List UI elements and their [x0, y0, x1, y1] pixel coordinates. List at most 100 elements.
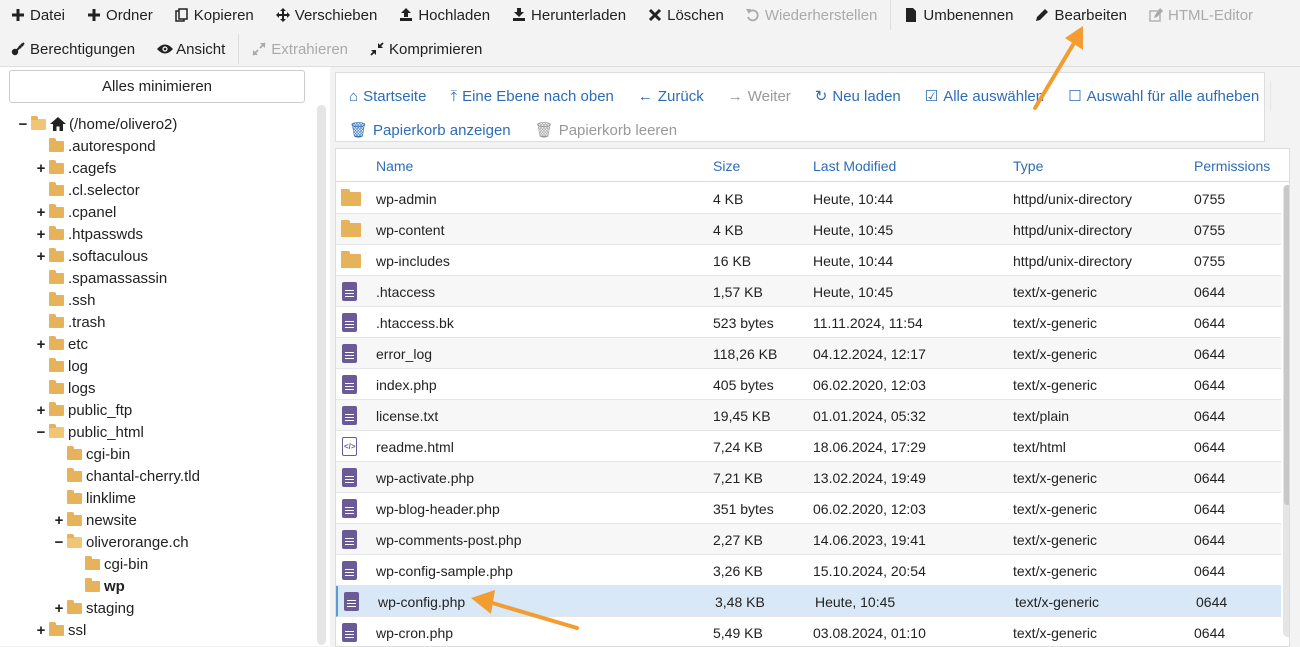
table-row[interactable]: index.php 405 bytes 06.02.2020, 12:03 text/…	[336, 369, 1281, 400]
expand-toggle-icon[interactable]: +	[35, 160, 47, 177]
expand-toggle-icon[interactable]: +	[53, 600, 65, 617]
table-row[interactable]: .htaccess.bk 523 bytes 11.11.2024, 11:54 te…	[336, 307, 1281, 338]
expand-toggle-icon[interactable]: +	[35, 622, 47, 639]
tree-item[interactable]: cgi-bin	[53, 443, 130, 465]
toolbar-row-secondary: Berechtigungen Ansicht Extrahieren Komprimi…	[0, 34, 493, 64]
file-modified: 13.02.2024, 19:49	[813, 469, 926, 486]
tree-item[interactable]: + etc	[35, 333, 88, 355]
table-row[interactable]: error_log 118,26 KB 04.12.2024, 12:17 text/…	[336, 338, 1281, 369]
startseite-button[interactable]: ⌂ Startseite	[336, 82, 437, 110]
column-type-header[interactable]: Type	[1013, 149, 1043, 182]
tree-item[interactable]: + .cagefs	[35, 157, 116, 179]
file-list-scrollbar[interactable]	[1283, 185, 1289, 637]
expand-icon	[252, 42, 266, 56]
tree-item[interactable]: + newsite	[53, 509, 137, 531]
startseite-icon: ⌂	[349, 87, 359, 105]
tree-item[interactable]: .spamassassin	[35, 267, 167, 289]
tree-item[interactable]: + .softaculous	[35, 245, 148, 267]
tree-item[interactable]: + staging	[53, 597, 134, 619]
table-row[interactable]: wp-includes 16 KB Heute, 10:44 httpd/unix-d…	[336, 245, 1281, 276]
html-editor-button[interactable]: HTML-Editor	[1138, 0, 1264, 30]
file-permissions: 0644	[1194, 345, 1226, 362]
tree-item[interactable]: + ssl	[35, 619, 86, 641]
tree-item-label: newsite	[86, 511, 137, 529]
table-row[interactable]: license.txt 19,45 KB 01.01.2024, 05:32 text…	[336, 400, 1281, 431]
table-row[interactable]: wp-cron.php 5,49 KB 03.08.2024, 01:10 text/…	[336, 617, 1281, 646]
eine-ebene-nach-oben-button[interactable]: ⤒ Eine Ebene nach oben	[437, 82, 624, 110]
table-row[interactable]: wp-comments-post.php 2,27 KB 14.06.2023, 1…	[336, 524, 1281, 555]
tree-item[interactable]: log	[35, 355, 88, 377]
file-permissions: 0644	[1194, 624, 1226, 641]
hochladen-button[interactable]: Hochladen	[388, 0, 501, 30]
tree-item[interactable]: .ssh	[35, 289, 96, 311]
file-permissions: 0644	[1194, 531, 1226, 548]
tree-item[interactable]: cgi-bin	[71, 553, 148, 575]
column-size-header[interactable]: Size	[713, 149, 740, 182]
papierkorb-leeren-button[interactable]: 🗑 Papierkorb leeren	[522, 116, 688, 144]
alle-auswählen-button[interactable]: ☑ Alle auswählen	[912, 82, 1055, 110]
tree-item[interactable]: + .cpanel	[35, 201, 116, 223]
column-modified-header[interactable]: Last Modified	[813, 149, 896, 182]
tree-item[interactable]: .autorespond	[35, 135, 156, 157]
umbenennen-button[interactable]: Umbenennen	[893, 0, 1024, 30]
expand-toggle-icon[interactable]: +	[35, 336, 47, 353]
collapse-toggle-icon[interactable]: −	[35, 424, 47, 441]
collapse-toggle-icon[interactable]: −	[53, 534, 65, 551]
text-file-icon	[342, 499, 357, 518]
collapse-all-button[interactable]: Alles minimieren	[9, 70, 305, 103]
neu-laden-button[interactable]: ↻ Neu laden	[802, 82, 912, 110]
column-permissions-header[interactable]: Permissions	[1194, 149, 1270, 182]
table-row[interactable]: wp-activate.php 7,21 KB 13.02.2024, 19:49 t…	[336, 462, 1281, 493]
table-row[interactable]: wp-content 4 KB Heute, 10:45 httpd/unix-dir…	[336, 214, 1281, 245]
weiter-button[interactable]: → Weiter	[715, 82, 802, 110]
tree-item[interactable]: + .htpasswds	[35, 223, 143, 245]
file-name: license.txt	[376, 407, 439, 424]
table-row[interactable]: wp-config.php 3,48 KB Heute, 10:45 text/x-g…	[336, 586, 1281, 617]
tree-scrollbar[interactable]	[317, 105, 326, 645]
wiederherstellen-button[interactable]: Wiederherstellen	[735, 0, 889, 30]
tree-item[interactable]: − (/home/olivero2)	[17, 113, 177, 135]
extrahieren-button[interactable]: Extrahieren	[241, 34, 359, 64]
tree-item[interactable]: − public_html	[35, 421, 144, 443]
tree-item[interactable]: chantal-cherry.tld	[53, 465, 200, 487]
expand-toggle-icon[interactable]: +	[35, 402, 47, 419]
column-name-header[interactable]: Name	[376, 149, 413, 182]
table-row[interactable]: </> readme.html 7,24 KB 18.06.2024, 17:29 te…	[336, 431, 1281, 462]
löschen-button[interactable]: Löschen	[637, 0, 735, 30]
code-glyph: </>	[344, 442, 356, 451]
text-file-icon	[342, 530, 357, 549]
table-row[interactable]: .htaccess 1,57 KB Heute, 10:45 text/x-gener…	[336, 276, 1281, 307]
herunterladen-button[interactable]: Herunterladen	[501, 0, 637, 30]
auswahl-für-alle-aufheben-button[interactable]: ☐ Auswahl für alle aufheben	[1055, 82, 1270, 110]
table-row[interactable]: wp-config-sample.php 3,26 KB 15.10.2024, 2…	[336, 555, 1281, 586]
datei-button[interactable]: Datei	[0, 0, 76, 30]
file-name: index.php	[376, 376, 437, 393]
table-row[interactable]: wp-blog-header.php 351 bytes 06.02.2020, 1…	[336, 493, 1281, 524]
ansicht-button[interactable]: Ansicht	[146, 34, 236, 64]
ordner-button[interactable]: Ordner	[76, 0, 164, 30]
tree-item[interactable]: wp	[71, 575, 125, 597]
tree-item[interactable]: logs	[35, 377, 96, 399]
expand-toggle-icon[interactable]: +	[35, 204, 47, 221]
tree-item-label: .softaculous	[68, 247, 149, 265]
scrollbar-thumb[interactable]	[1284, 185, 1289, 505]
expand-toggle-icon[interactable]: +	[35, 248, 47, 265]
expand-toggle-icon[interactable]: +	[35, 226, 47, 243]
tree-item[interactable]: linklime	[53, 487, 136, 509]
komprimieren-button[interactable]: Komprimieren	[359, 34, 493, 64]
file-name: wp-config-sample.php	[376, 562, 513, 579]
kopieren-button[interactable]: Kopieren	[164, 0, 265, 30]
expand-toggle-icon[interactable]: +	[53, 512, 65, 529]
papierkorb-anzeigen-button[interactable]: 🗑 Papierkorb anzeigen	[336, 116, 522, 144]
verschieben-button[interactable]: Verschieben	[265, 0, 389, 30]
file-modified: Heute, 10:45	[813, 283, 894, 300]
berechtigungen-button[interactable]: Berechtigungen	[0, 34, 146, 64]
collapse-toggle-icon[interactable]: −	[17, 116, 29, 133]
tree-item[interactable]: .cl.selector	[35, 179, 140, 201]
tree-item[interactable]: + public_ftp	[35, 399, 132, 421]
bearbeiten-button[interactable]: Bearbeiten	[1024, 0, 1138, 30]
tree-item[interactable]: − oliverorange.ch	[53, 531, 189, 553]
table-row[interactable]: wp-admin 4 KB Heute, 10:44 httpd/unix-direc…	[336, 183, 1281, 214]
zurück-button[interactable]: ← Zurück	[625, 82, 715, 110]
tree-item[interactable]: .trash	[35, 311, 106, 333]
